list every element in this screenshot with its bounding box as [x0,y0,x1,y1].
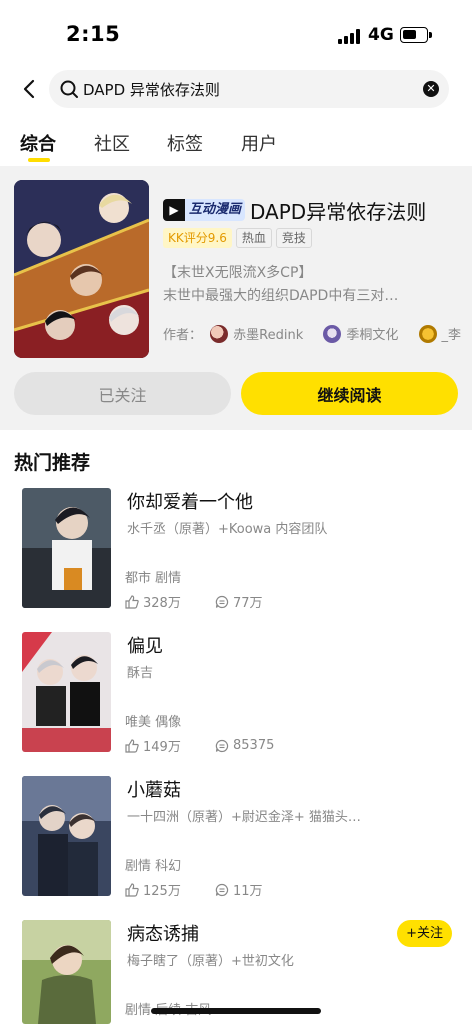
likes-count: 125万 [143,884,181,899]
tab-users[interactable]: 用户 [241,130,277,156]
author-chip[interactable]: _李 [418,324,461,343]
interactive-comic-badge: ▶ 互动漫画 [163,199,246,221]
genre-tag[interactable]: 竞技 [275,228,312,248]
clapper-icon: ▶ [163,199,185,221]
search-query: DAPD 异常依存法则 [83,81,220,99]
author-chip[interactable]: 赤墨Redink [210,324,303,343]
comic-author: 酥吉 [127,666,154,681]
signal-icon [338,28,362,44]
comments-count: 77万 [233,596,263,611]
comic-title[interactable]: 小蘑菇 [127,776,181,802]
status-time: 2:15 [66,22,121,46]
search-icon [60,80,78,98]
battery-icon [400,27,432,43]
comic-author: 一十四洲（原著）+尉迟金泽+ 猫猫头… [127,810,361,825]
comic-title[interactable]: 病态诱捕 [127,920,199,946]
comic-genres: 都市 剧情 [125,571,182,586]
followed-button[interactable]: 已关注 [14,372,231,415]
comic-genres: 剧情 科幻 [125,859,182,874]
comic-genres: 唯美 偶像 [125,715,182,730]
list-item[interactable]: 你却爱着一个他 水千丞（原著）+Koowa 内容团队 都市 剧情 328万 77… [0,488,472,618]
score-badge: KK评分9.6 [163,228,232,248]
comment-icon [215,883,229,896]
network-label: 4G [368,25,394,45]
comment-icon [215,595,229,608]
comic-cover-image[interactable] [22,776,111,896]
comic-stats: 125万 11万 [125,880,305,899]
author-chip[interactable]: 季桐文化 [323,324,398,343]
author-row: 作者： 赤墨Redink 季桐文化 _李 [163,324,472,346]
comic-stats: 149万 85375 [125,736,305,755]
author-label: 作者： [163,328,203,343]
thumbs-up-icon [125,738,139,753]
chevron-left-icon [23,79,35,99]
comments-count: 11万 [233,884,263,899]
status-bar: 2:15 4G [0,0,472,66]
follow-button[interactable]: +关注 [397,920,452,947]
clear-icon[interactable]: ✕ [423,81,439,97]
tab-tags[interactable]: 标签 [167,130,203,156]
likes-count: 328万 [143,596,181,611]
back-button[interactable] [14,74,44,104]
comic-title[interactable]: 你却爱着一个他 [127,488,253,514]
comic-author: 梅子瞎了（原著）+世初文化 [127,954,294,969]
avatar [210,324,229,343]
comment-icon [215,739,229,752]
list-item[interactable]: 偏见 酥吉 唯美 偶像 149万 85375 [0,632,472,762]
section-title: 热门推荐 [14,452,91,474]
comic-cover-image[interactable] [22,488,111,608]
likes-count: 149万 [143,740,181,755]
tab-community[interactable]: 社区 [94,130,130,156]
result-cover-image[interactable] [14,180,149,358]
tab-bar: 综合 社区 标签 用户 [0,126,472,166]
result-description-line: 末世中最强大的组织DAPD中有三对… [163,288,399,304]
thumbs-up-icon [125,594,139,609]
comic-cover-image[interactable] [22,632,111,752]
comic-author: 水千丞（原著）+Koowa 内容团队 [127,522,328,537]
top-result-card[interactable]: ▶ 互动漫画 DAPD异常依存法则 KK评分9.6 热血 竞技 【末世X无限流X… [0,166,472,430]
comic-title[interactable]: 偏见 [127,632,163,658]
avatar [418,324,437,343]
avatar [323,324,342,343]
result-title[interactable]: DAPD异常依存法则 [250,196,426,225]
continue-reading-button[interactable]: 继续阅读 [241,372,458,415]
list-item[interactable]: 小蘑菇 一十四洲（原著）+尉迟金泽+ 猫猫头… 剧情 科幻 125万 11万 [0,776,472,906]
tab-comprehensive[interactable]: 综合 [20,130,56,156]
search-input[interactable]: DAPD 异常依存法则 ✕ [49,70,449,108]
genre-tag[interactable]: 热血 [235,228,272,248]
result-description-line: 【末世X无限流X多CP】 [163,265,313,281]
comic-cover-image[interactable] [22,920,111,1024]
thumbs-up-icon [125,882,139,897]
result-tags: KK评分9.6 热血 竞技 [163,228,312,248]
active-tab-indicator [28,158,50,162]
comments-count: 85375 [233,738,275,753]
comic-stats: 328万 77万 [125,592,305,611]
home-indicator[interactable] [151,1008,321,1014]
